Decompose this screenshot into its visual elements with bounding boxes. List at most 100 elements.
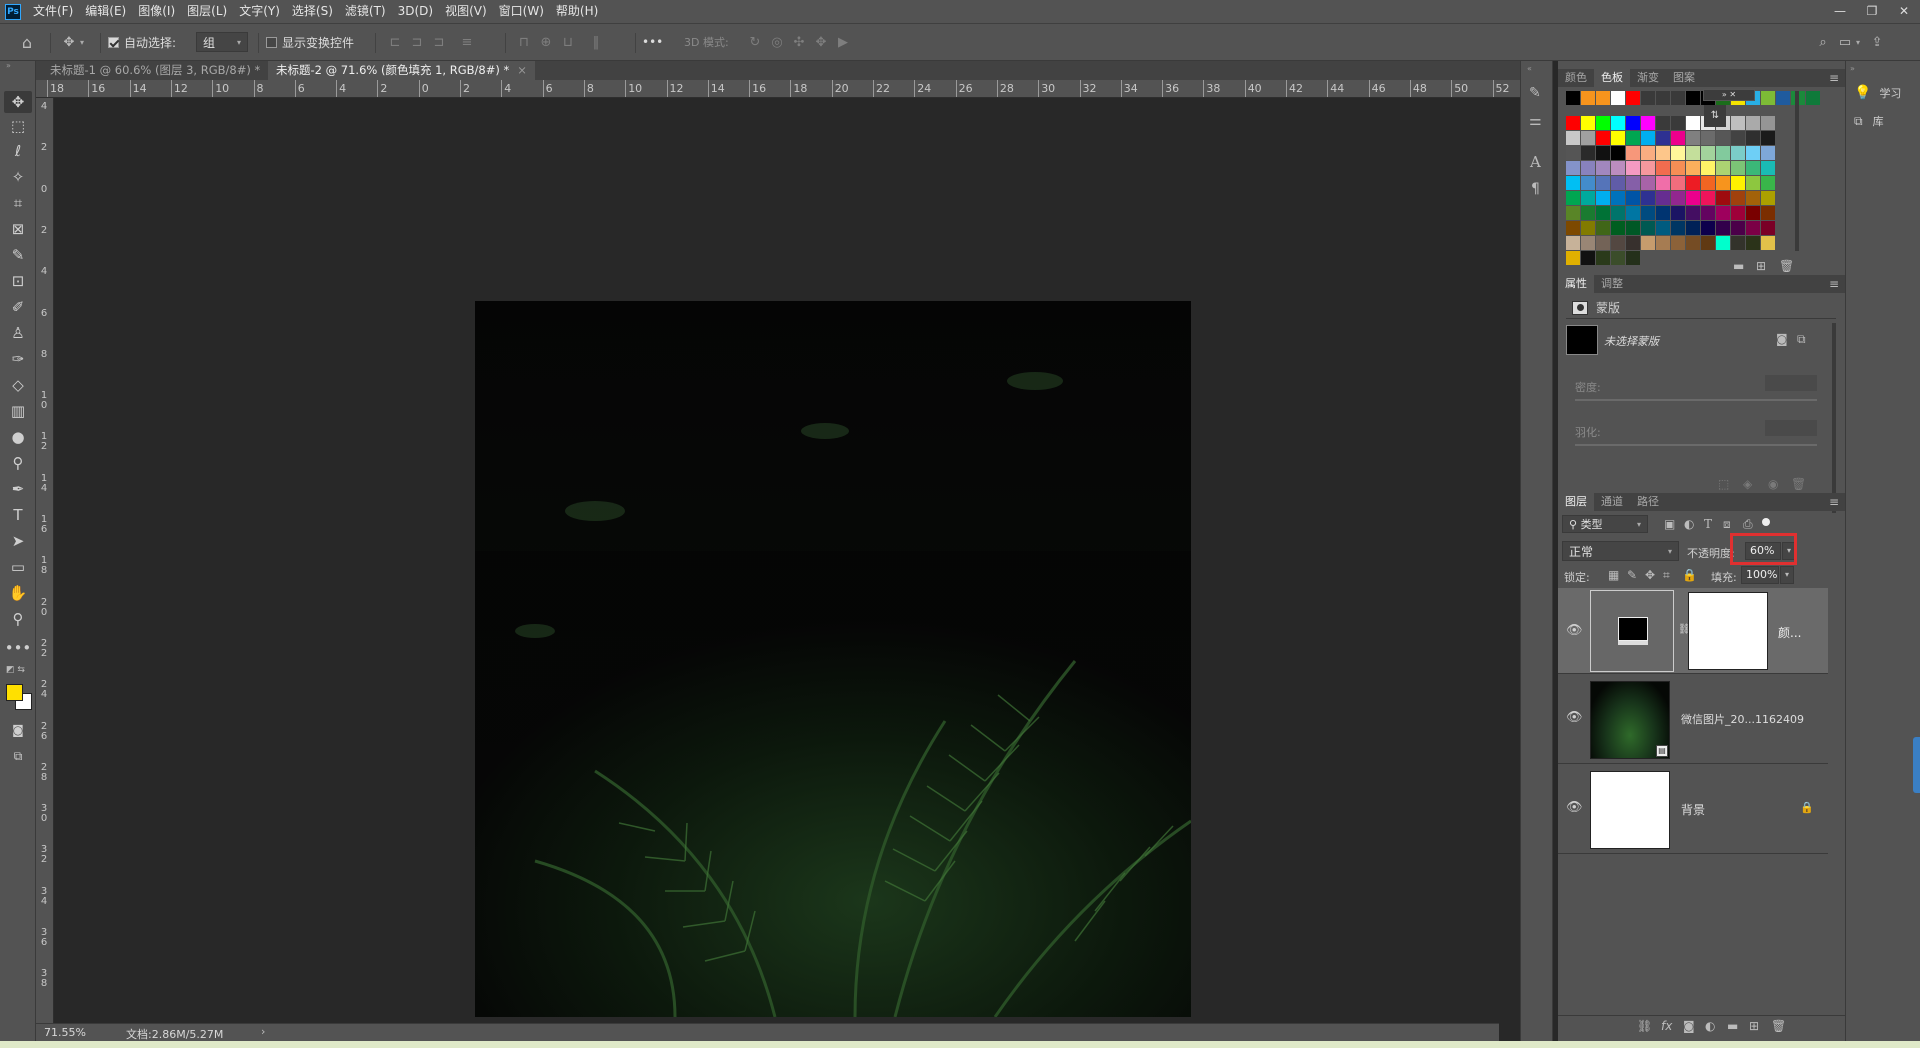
roll-3d-icon[interactable]: ◎ xyxy=(766,35,788,50)
color-swatch[interactable] xyxy=(1686,221,1700,235)
color-swatch[interactable] xyxy=(1731,191,1745,205)
add-mask-icon[interactable]: ◙ xyxy=(1683,1019,1695,1033)
color-swatch[interactable] xyxy=(1686,236,1700,250)
align-hcenter-icon[interactable]: ⊐ xyxy=(406,35,428,50)
layer-style-icon[interactable]: fx xyxy=(1661,1019,1672,1033)
drag-3d-icon[interactable]: ✣ xyxy=(788,35,810,50)
tab-layers[interactable]: 图层 xyxy=(1558,493,1594,511)
color-swatch[interactable] xyxy=(1581,236,1595,250)
color-swatch[interactable] xyxy=(1596,191,1610,205)
color-swatch[interactable] xyxy=(1656,206,1670,220)
color-swatch[interactable] xyxy=(1611,236,1625,250)
color-swatch[interactable] xyxy=(1686,116,1700,130)
layer-row-background[interactable]: 👁 背景 🔒 xyxy=(1558,764,1828,854)
side-drawer-handle[interactable] xyxy=(1913,737,1920,793)
panel-menu-icon[interactable]: ≡ xyxy=(1829,275,1839,293)
collapse-toolbar-icon[interactable]: » xyxy=(6,61,11,70)
lasso-tool-icon[interactable]: ℓ xyxy=(4,140,32,162)
color-swatch[interactable] xyxy=(1671,131,1685,145)
healing-tool-icon[interactable]: ⊡ xyxy=(4,270,32,292)
layer-name[interactable]: 颜... xyxy=(1778,624,1801,641)
swatches-scrollbar[interactable] xyxy=(1795,91,1799,251)
color-swatch[interactable] xyxy=(1566,221,1580,235)
properties-scrollbar[interactable] xyxy=(1832,323,1836,513)
color-swatch[interactable] xyxy=(1671,206,1685,220)
new-swatch-icon[interactable]: ⊞ xyxy=(1756,259,1766,273)
collapse-dock-icon[interactable]: » xyxy=(1850,64,1855,73)
color-swatch[interactable] xyxy=(1581,91,1595,105)
color-swatch[interactable] xyxy=(1581,251,1595,265)
apply-mask-icon[interactable]: ◈ xyxy=(1743,477,1752,491)
align-top-icon[interactable]: ⊓ xyxy=(513,35,535,50)
color-swatch[interactable] xyxy=(1626,176,1640,190)
tab-document-2[interactable]: 未标题-2 @ 71.6% (颜色填充 1, RGB/8#) * × xyxy=(268,61,535,80)
color-swatch[interactable] xyxy=(1626,116,1640,130)
new-group-icon[interactable]: ▬ xyxy=(1727,1019,1738,1033)
filter-pixel-icon[interactable]: ▣ xyxy=(1664,517,1675,531)
slide-3d-icon[interactable]: ✥ xyxy=(810,35,832,50)
blend-mode-dropdown[interactable]: 正常 ▾ xyxy=(1562,541,1679,561)
align-left-icon[interactable]: ⊏ xyxy=(384,35,406,50)
color-swatch[interactable] xyxy=(1701,176,1715,190)
color-swatch[interactable] xyxy=(1566,236,1580,250)
pixel-mask-icon[interactable]: ◙ xyxy=(1776,332,1788,346)
menu-view[interactable]: 视图(V) xyxy=(439,0,493,23)
menu-help[interactable]: 帮助(H) xyxy=(550,0,604,23)
color-swatch[interactable] xyxy=(1686,146,1700,160)
color-swatch[interactable] xyxy=(1641,91,1655,105)
default-colors-icon[interactable]: ◩ ⇆ xyxy=(6,665,25,675)
color-swatch[interactable] xyxy=(1611,251,1625,265)
layer-filter-dropdown[interactable]: ⚲ 类型 ▾ xyxy=(1562,515,1648,533)
tab-adjustments[interactable]: 调整 xyxy=(1594,275,1630,293)
foreground-color-swatch[interactable] xyxy=(6,684,23,701)
color-swatch[interactable] xyxy=(1716,236,1730,250)
close-tab-icon[interactable]: × xyxy=(517,63,527,77)
move-tool-preset[interactable]: ✥ ▾ xyxy=(58,24,84,60)
filter-adjustment-icon[interactable]: ◐ xyxy=(1684,517,1694,531)
color-swatch[interactable] xyxy=(1566,161,1580,175)
lock-all-icon[interactable]: 🔒 xyxy=(1682,568,1697,582)
filter-shape-icon[interactable]: ⧈ xyxy=(1723,517,1731,532)
color-swatch[interactable] xyxy=(1626,221,1640,235)
stamp-tool-icon[interactable]: ♙ xyxy=(4,322,32,344)
color-swatch[interactable] xyxy=(1581,131,1595,145)
color-swatch[interactable] xyxy=(1626,161,1640,175)
color-swatch[interactable] xyxy=(1746,116,1760,130)
color-swatch[interactable] xyxy=(1716,176,1730,190)
menu-type[interactable]: 文字(Y) xyxy=(233,0,286,23)
menu-select[interactable]: 选择(S) xyxy=(286,0,339,23)
color-swatch[interactable] xyxy=(1686,191,1700,205)
color-swatch[interactable] xyxy=(1581,161,1595,175)
color-swatch[interactable] xyxy=(1746,161,1760,175)
color-swatch[interactable] xyxy=(1611,131,1625,145)
color-swatch[interactable] xyxy=(1611,146,1625,160)
visibility-eye-icon[interactable]: 👁 xyxy=(1566,800,1583,815)
swatch-popup-icon[interactable]: ⇅ xyxy=(1704,105,1726,127)
brush-settings-icon[interactable]: ✎ xyxy=(1529,85,1541,101)
vertical-ruler[interactable]: 4 2 0 2 4 6 8 1 0 1 2 1 4 1 6 1 8 2 0 2 2 2 4 2 6 2 8 3 0… xyxy=(36,98,54,1023)
color-swatch[interactable] xyxy=(1596,91,1610,105)
color-swatch[interactable] xyxy=(1581,176,1595,190)
show-transform-toggle[interactable]: 显示变换控件 xyxy=(266,24,354,60)
lock-artboard-icon[interactable]: ⌗ xyxy=(1663,568,1670,583)
path-select-tool-icon[interactable]: ➤ xyxy=(4,530,32,552)
auto-select-toggle[interactable]: 自动选择: xyxy=(108,24,176,60)
pen-tool-icon[interactable]: ✒ xyxy=(4,478,32,500)
lock-transparent-icon[interactable]: ▦ xyxy=(1608,568,1619,582)
color-swatch[interactable] xyxy=(1596,146,1610,160)
auto-select-target-dropdown[interactable]: 组 ▾ xyxy=(196,32,248,52)
filter-type-icon[interactable]: T xyxy=(1704,517,1712,531)
color-swatch[interactable] xyxy=(1611,116,1625,130)
color-swatch[interactable] xyxy=(1566,146,1580,160)
color-swatch[interactable] xyxy=(1686,161,1700,175)
marquee-tool-icon[interactable]: ⬚ xyxy=(4,115,32,137)
color-swatch[interactable] xyxy=(1686,131,1700,145)
collapse-dock-icon[interactable]: « xyxy=(1527,64,1532,73)
color-swatch[interactable] xyxy=(1656,161,1670,175)
adjust-sliders-icon[interactable]: ⚌ xyxy=(1529,113,1542,129)
minimize-button[interactable]: — xyxy=(1824,0,1856,23)
color-swatch[interactable] xyxy=(1641,206,1655,220)
filter-smart-object-icon[interactable]: ⎙ xyxy=(1743,517,1753,532)
color-swatch[interactable] xyxy=(1701,206,1715,220)
color-swatch[interactable] xyxy=(1566,116,1580,130)
